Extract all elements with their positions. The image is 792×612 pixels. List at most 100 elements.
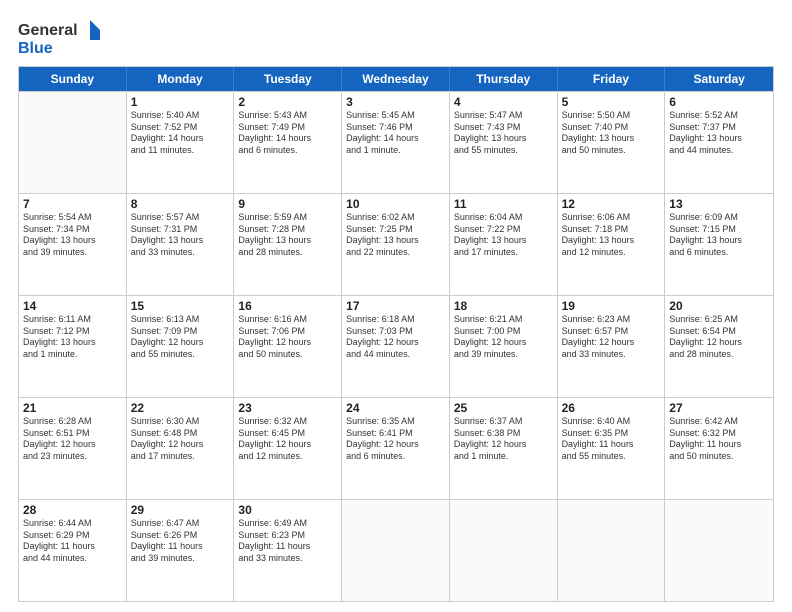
cell-line: Daylight: 13 hours: [562, 235, 661, 247]
cal-cell: 16Sunrise: 6:16 AMSunset: 7:06 PMDayligh…: [234, 296, 342, 397]
cell-line: and 39 minutes.: [23, 247, 122, 259]
cell-line: Daylight: 14 hours: [131, 133, 230, 145]
page: GeneralBlue SundayMondayTuesdayWednesday…: [0, 0, 792, 612]
cell-line: Sunrise: 6:21 AM: [454, 314, 553, 326]
cell-line: Daylight: 12 hours: [131, 439, 230, 451]
cal-cell: 3Sunrise: 5:45 AMSunset: 7:46 PMDaylight…: [342, 92, 450, 193]
cell-line: Sunrise: 6:06 AM: [562, 212, 661, 224]
cal-cell: 23Sunrise: 6:32 AMSunset: 6:45 PMDayligh…: [234, 398, 342, 499]
day-number: 11: [454, 197, 553, 211]
cell-line: Daylight: 11 hours: [669, 439, 769, 451]
cell-line: Sunrise: 6:04 AM: [454, 212, 553, 224]
day-number: 9: [238, 197, 337, 211]
day-number: 13: [669, 197, 769, 211]
day-number: 21: [23, 401, 122, 415]
cell-line: Sunrise: 6:32 AM: [238, 416, 337, 428]
cal-cell: 6Sunrise: 5:52 AMSunset: 7:37 PMDaylight…: [665, 92, 773, 193]
cell-line: Sunrise: 6:13 AM: [131, 314, 230, 326]
cell-line: and 39 minutes.: [454, 349, 553, 361]
day-number: 20: [669, 299, 769, 313]
day-number: 6: [669, 95, 769, 109]
cell-line: and 1 minute.: [346, 145, 445, 157]
cell-line: Daylight: 13 hours: [238, 235, 337, 247]
day-header-monday: Monday: [127, 67, 235, 91]
cell-line: Sunset: 6:45 PM: [238, 428, 337, 440]
cell-line: Sunrise: 6:18 AM: [346, 314, 445, 326]
cal-cell: 9Sunrise: 5:59 AMSunset: 7:28 PMDaylight…: [234, 194, 342, 295]
day-number: 25: [454, 401, 553, 415]
cell-line: Daylight: 11 hours: [238, 541, 337, 553]
cell-line: and 17 minutes.: [131, 451, 230, 463]
cell-line: Daylight: 14 hours: [238, 133, 337, 145]
week-row-1: 1Sunrise: 5:40 AMSunset: 7:52 PMDaylight…: [19, 91, 773, 193]
cell-line: Sunset: 6:32 PM: [669, 428, 769, 440]
cell-line: Sunrise: 5:50 AM: [562, 110, 661, 122]
cell-line: Sunset: 6:41 PM: [346, 428, 445, 440]
day-number: 16: [238, 299, 337, 313]
cell-line: Sunrise: 5:59 AM: [238, 212, 337, 224]
cell-line: Sunset: 7:22 PM: [454, 224, 553, 236]
calendar: SundayMondayTuesdayWednesdayThursdayFrid…: [18, 66, 774, 602]
cal-cell: 5Sunrise: 5:50 AMSunset: 7:40 PMDaylight…: [558, 92, 666, 193]
cell-line: Sunrise: 5:45 AM: [346, 110, 445, 122]
cell-line: Sunset: 7:46 PM: [346, 122, 445, 134]
cell-line: and 23 minutes.: [23, 451, 122, 463]
cell-line: and 28 minutes.: [238, 247, 337, 259]
cell-line: and 1 minute.: [23, 349, 122, 361]
day-number: 15: [131, 299, 230, 313]
cell-line: Sunrise: 5:57 AM: [131, 212, 230, 224]
day-number: 12: [562, 197, 661, 211]
cell-line: Sunrise: 6:30 AM: [131, 416, 230, 428]
cell-line: and 44 minutes.: [669, 145, 769, 157]
cal-cell: [19, 92, 127, 193]
day-number: 18: [454, 299, 553, 313]
day-number: 26: [562, 401, 661, 415]
cell-line: and 33 minutes.: [238, 553, 337, 565]
cell-line: and 12 minutes.: [238, 451, 337, 463]
cell-line: Sunset: 6:48 PM: [131, 428, 230, 440]
cal-cell: 17Sunrise: 6:18 AMSunset: 7:03 PMDayligh…: [342, 296, 450, 397]
cell-line: Sunset: 7:15 PM: [669, 224, 769, 236]
cell-line: Sunrise: 6:11 AM: [23, 314, 122, 326]
cal-cell: 20Sunrise: 6:25 AMSunset: 6:54 PMDayligh…: [665, 296, 773, 397]
day-header-thursday: Thursday: [450, 67, 558, 91]
cal-cell: 22Sunrise: 6:30 AMSunset: 6:48 PMDayligh…: [127, 398, 235, 499]
cal-cell: 4Sunrise: 5:47 AMSunset: 7:43 PMDaylight…: [450, 92, 558, 193]
cell-line: Sunset: 7:49 PM: [238, 122, 337, 134]
cell-line: Sunset: 7:25 PM: [346, 224, 445, 236]
cell-line: Sunrise: 6:16 AM: [238, 314, 337, 326]
calendar-header-row: SundayMondayTuesdayWednesdayThursdayFrid…: [19, 67, 773, 91]
day-number: 30: [238, 503, 337, 517]
cell-line: Sunrise: 5:52 AM: [669, 110, 769, 122]
svg-text:General: General: [18, 22, 78, 39]
cell-line: Daylight: 13 hours: [131, 235, 230, 247]
week-row-5: 28Sunrise: 6:44 AMSunset: 6:29 PMDayligh…: [19, 499, 773, 601]
cell-line: Daylight: 12 hours: [346, 337, 445, 349]
cal-cell: 12Sunrise: 6:06 AMSunset: 7:18 PMDayligh…: [558, 194, 666, 295]
cell-line: Daylight: 13 hours: [23, 337, 122, 349]
cell-line: Sunset: 7:18 PM: [562, 224, 661, 236]
cal-cell: 10Sunrise: 6:02 AMSunset: 7:25 PMDayligh…: [342, 194, 450, 295]
cell-line: and 33 minutes.: [562, 349, 661, 361]
cell-line: and 28 minutes.: [669, 349, 769, 361]
cell-line: Daylight: 13 hours: [23, 235, 122, 247]
cell-line: Sunrise: 6:09 AM: [669, 212, 769, 224]
cell-line: and 33 minutes.: [131, 247, 230, 259]
cell-line: and 11 minutes.: [131, 145, 230, 157]
cal-cell: [665, 500, 773, 601]
cell-line: Daylight: 13 hours: [669, 133, 769, 145]
cal-cell: 28Sunrise: 6:44 AMSunset: 6:29 PMDayligh…: [19, 500, 127, 601]
cell-line: and 17 minutes.: [454, 247, 553, 259]
day-header-friday: Friday: [558, 67, 666, 91]
cell-line: and 44 minutes.: [23, 553, 122, 565]
cal-cell: 8Sunrise: 5:57 AMSunset: 7:31 PMDaylight…: [127, 194, 235, 295]
day-header-wednesday: Wednesday: [342, 67, 450, 91]
cal-cell: 27Sunrise: 6:42 AMSunset: 6:32 PMDayligh…: [665, 398, 773, 499]
logo: GeneralBlue: [18, 18, 108, 58]
day-number: 27: [669, 401, 769, 415]
cell-line: and 1 minute.: [454, 451, 553, 463]
cal-cell: 14Sunrise: 6:11 AMSunset: 7:12 PMDayligh…: [19, 296, 127, 397]
cell-line: Sunset: 7:52 PM: [131, 122, 230, 134]
cell-line: Sunrise: 6:49 AM: [238, 518, 337, 530]
cal-cell: 2Sunrise: 5:43 AMSunset: 7:49 PMDaylight…: [234, 92, 342, 193]
